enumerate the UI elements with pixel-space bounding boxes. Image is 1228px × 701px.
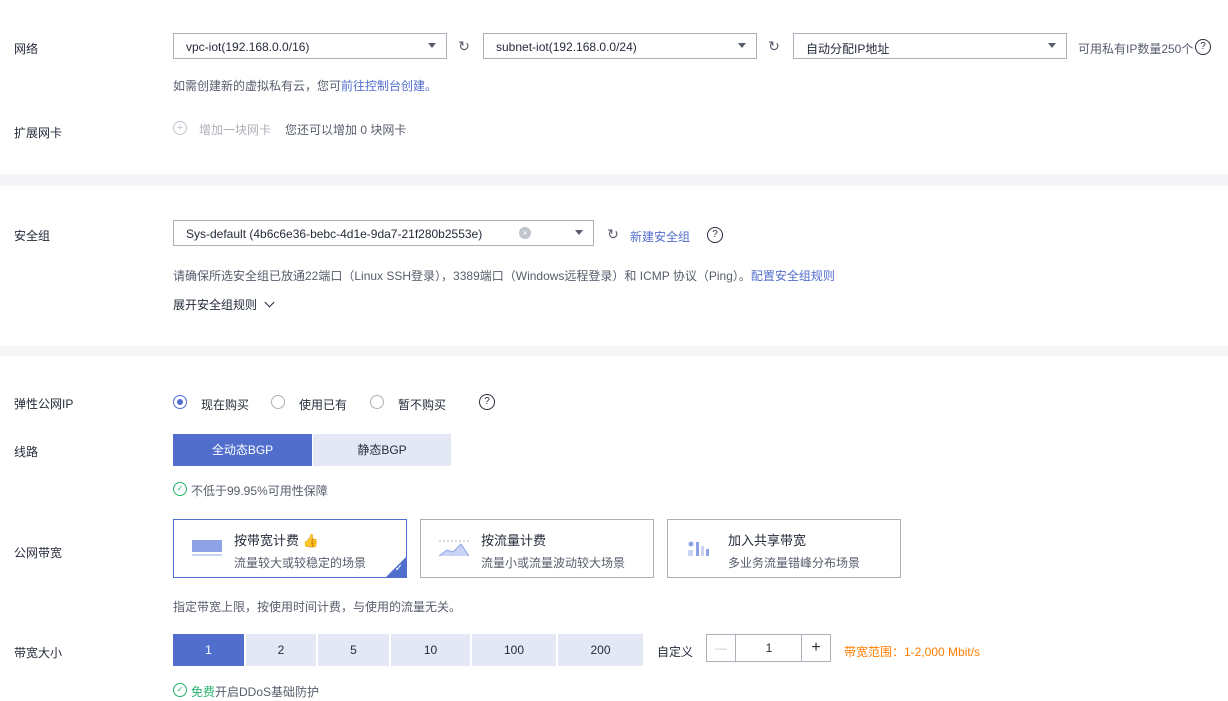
ddos-text: 开启DDoS基础防护 [215,685,320,699]
eip-option-label: 暂不购买 [398,398,447,412]
clear-icon[interactable]: × [519,227,531,239]
console-create-link[interactable]: 前往控制台创建。 [341,79,437,93]
thumbs-up-icon: 👍 [302,533,319,548]
card-title-text: 按带宽计费 [234,533,300,548]
security-group-hint-text: 请确保所选安全组已放通22端口（Linux SSH登录），3389端口（Wind… [173,269,751,283]
card-desc: 多业务流量错峰分布场景 [728,556,861,570]
bandwidth-range: 带宽范围：1-2,000 Mbit/s [844,645,981,659]
chevron-down-icon [738,43,746,48]
line-option-static-bgp[interactable]: 静态BGP [313,434,451,466]
card-title: 按流量计费 [481,533,547,548]
configure-rules-link[interactable]: 配置安全组规则 [751,269,835,283]
card-desc: 流量小或流量波动较大场景 [481,556,626,570]
network-hint-text: 如需创建新的虚拟私有云，您可 [173,79,342,93]
refresh-icon[interactable]: ↻ [767,39,781,53]
card-desc: 流量较大或较稳定的场景 [234,556,367,570]
help-icon[interactable]: ? [1195,39,1211,55]
security-group-hint: 请确保所选安全组已放通22端口（Linux SSH登录），3389端口（Wind… [173,267,835,284]
subnet-select[interactable]: subnet-iot(192.168.0.0/24) [483,33,757,59]
network-panel: 网络 vpc-iot(192.168.0.0/16) ↻ subnet-iot(… [0,0,1228,174]
ip-select[interactable]: 自动分配IP地址 [793,33,1067,59]
bandwidth-note: 指定带宽上限，按使用时间计费，与使用的流量无关。 [173,600,462,614]
bw-size-option[interactable]: 5 [318,634,389,666]
eip-radio-use-existing[interactable] [271,395,285,409]
security-group-value: Sys-default (4b6c6e36-bebc-4d1e-9da7-21f… [186,227,483,241]
bw-size-option[interactable]: 10 [391,634,470,666]
bandwidth-stepper: — 1 + [706,634,831,662]
vpc-select[interactable]: vpc-iot(192.168.0.0/16) [173,33,447,59]
help-icon[interactable]: ? [479,394,495,410]
refresh-icon[interactable]: ↻ [457,39,471,53]
help-icon[interactable]: ? [707,227,723,243]
custom-label: 自定义 [657,645,694,659]
card-title: 按带宽计费 👍 [234,530,319,549]
bandwidth-card-by-bandwidth[interactable]: 按带宽计费 👍 流量较大或较稳定的场景 ✓ [173,519,407,578]
expand-rules-label: 展开安全组规则 [173,298,258,312]
availability-guarantee: 不低于99.95%可用性保障 [191,484,328,498]
check-circle-icon: ✓ [173,482,187,496]
new-security-group-link[interactable]: 新建安全组 [630,228,690,245]
bw-size-label: 带宽大小 [14,646,63,660]
bandwidth-chart-icon [192,540,222,556]
ddos-free-label: 免费 [191,685,216,699]
chevron-down-icon [264,297,275,308]
ext-nic-hint: 您还可以增加 0 块网卡 [285,123,407,137]
eip-option-label: 现在购买 [201,398,250,412]
security-group-panel [0,186,1228,346]
bw-size-option[interactable]: 200 [558,634,643,666]
expand-rules-toggle[interactable]: 展开安全组规则 [173,296,275,313]
vpc-select-value: vpc-iot(192.168.0.0/16) [186,40,310,54]
bw-size-option[interactable]: 1 [173,634,244,666]
line-option-dynamic-bgp[interactable]: 全动态BGP [173,434,312,466]
eip-radio-not-buy[interactable] [370,395,384,409]
stepper-value-input[interactable]: 1 [736,635,802,661]
refresh-icon[interactable]: ↻ [606,227,620,241]
eip-label: 弹性公网IP [14,397,74,411]
chevron-down-icon [428,43,436,48]
bandwidth-card-by-traffic[interactable]: 按流量计费 流量小或流量波动较大场景 [420,519,654,578]
chevron-down-icon [1048,43,1056,48]
shared-bandwidth-icon [688,541,709,556]
stepper-minus-button[interactable]: — [707,635,736,661]
card-title: 加入共享带宽 [728,533,807,548]
add-circle-icon[interactable]: + [173,121,187,135]
ip-count: 可用私有IP数量250个 [1078,42,1194,56]
ip-select-value: 自动分配IP地址 [806,42,890,56]
ext-nic-label: 扩展网卡 [14,126,63,140]
ddos-protection: 免费开启DDoS基础防护 [191,683,319,700]
check-icon: ✓ [394,563,403,574]
network-label: 网络 [14,42,39,56]
bandwidth-label: 公网带宽 [14,546,63,560]
add-nic-button[interactable]: 增加一块网卡 [199,121,271,138]
bw-size-option[interactable]: 2 [246,634,316,666]
check-circle-icon: ✓ [173,683,187,697]
bw-size-option[interactable]: 100 [472,634,556,666]
stepper-plus-button[interactable]: + [801,635,830,661]
bandwidth-card-shared[interactable]: 加入共享带宽 多业务流量错峰分布场景 [667,519,901,578]
eip-radio-buy-now[interactable] [173,395,187,409]
eip-option-label: 使用已有 [299,398,348,412]
traffic-chart-icon [439,540,469,557]
security-group-select[interactable]: Sys-default (4b6c6e36-bebc-4d1e-9da7-21f… [173,220,594,246]
subnet-select-value: subnet-iot(192.168.0.0/24) [496,40,637,54]
chevron-down-icon [575,230,583,235]
network-hint: 如需创建新的虚拟私有云，您可前往控制台创建。 [173,77,437,94]
line-label: 线路 [14,445,39,459]
security-group-label: 安全组 [14,229,51,243]
